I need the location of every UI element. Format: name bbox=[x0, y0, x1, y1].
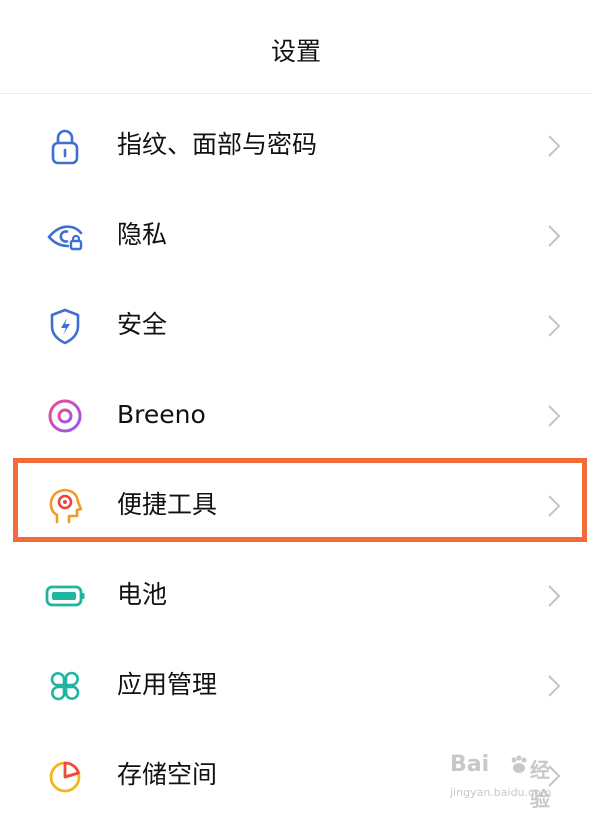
chevron-right-icon bbox=[546, 132, 562, 160]
settings-item-label: 隐私 bbox=[117, 220, 168, 249]
lock-icon bbox=[44, 125, 86, 167]
highlight-box bbox=[13, 458, 587, 542]
paw-icon bbox=[508, 754, 530, 776]
settings-item-label: Breeno bbox=[117, 400, 206, 429]
settings-item-privacy[interactable]: 隐私 bbox=[0, 190, 592, 280]
page-title: 设置 bbox=[270, 37, 321, 66]
privacy-eye-lock-icon bbox=[44, 215, 86, 257]
settings-item-battery[interactable]: 电池 bbox=[0, 550, 592, 640]
baidu-jingyan-watermark: Bai 经验 jingyan.baidu.com bbox=[450, 752, 560, 811]
chevron-right-icon bbox=[546, 672, 562, 700]
watermark-brand: Bai bbox=[450, 752, 490, 777]
watermark-url: jingyan.baidu.com bbox=[450, 786, 552, 799]
top-bar: 设置 bbox=[0, 0, 592, 94]
settings-item-label: 指纹、面部与密码 bbox=[117, 130, 318, 159]
settings-item-app-management[interactable]: 应用管理 bbox=[0, 640, 592, 730]
chevron-right-icon bbox=[546, 402, 562, 430]
breeno-ring-icon bbox=[44, 395, 86, 437]
app-management-grid-icon bbox=[44, 665, 86, 707]
chevron-right-icon bbox=[546, 312, 562, 340]
settings-item-security[interactable]: 安全 bbox=[0, 280, 592, 370]
chevron-right-icon bbox=[546, 582, 562, 610]
settings-item-breeno[interactable]: Breeno bbox=[0, 370, 592, 460]
settings-item-fingerprint-face-password[interactable]: 指纹、面部与密码 bbox=[0, 100, 592, 190]
settings-item-label: 安全 bbox=[117, 310, 168, 339]
settings-item-label: 电池 bbox=[117, 580, 168, 609]
battery-icon bbox=[44, 575, 86, 617]
chevron-right-icon bbox=[546, 222, 562, 250]
settings-item-label: 应用管理 bbox=[117, 670, 218, 699]
security-shield-icon bbox=[44, 305, 86, 347]
settings-item-label: 存储空间 bbox=[117, 760, 218, 789]
watermark-brand-suffix: 经验 bbox=[530, 758, 550, 811]
storage-pie-icon bbox=[44, 755, 86, 797]
